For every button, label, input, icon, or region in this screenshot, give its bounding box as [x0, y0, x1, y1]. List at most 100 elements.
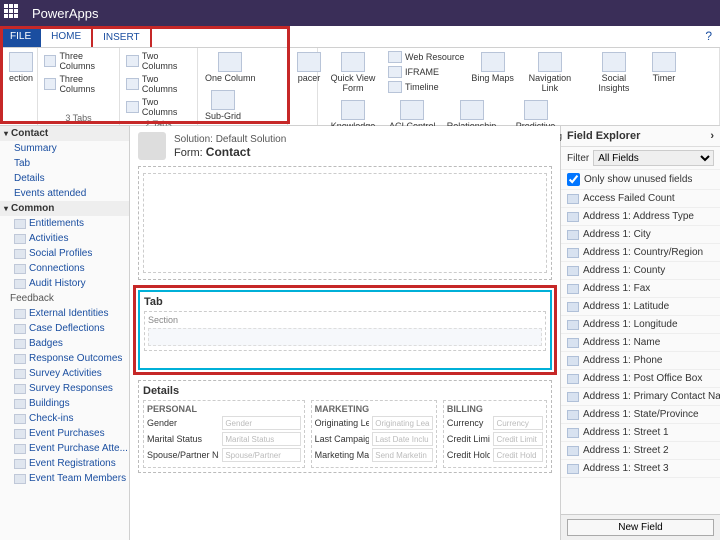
section-block[interactable]: Section: [144, 311, 546, 351]
nav-item[interactable]: Buildings: [0, 396, 129, 411]
field-item[interactable]: Address 1: County: [561, 262, 720, 280]
field-input[interactable]: Send Marketin: [372, 448, 433, 462]
field-item[interactable]: Address 1: Address Type: [561, 208, 720, 226]
nav-item[interactable]: Social Profiles: [0, 246, 129, 261]
app-launcher-icon[interactable]: [4, 4, 22, 22]
nav-item[interactable]: Audit History: [0, 276, 129, 291]
field-item[interactable]: Address 1: Name: [561, 334, 720, 352]
iframe-button[interactable]: IFRAME: [386, 65, 466, 79]
tab-home[interactable]: HOME: [41, 26, 91, 47]
entity-icon: [14, 279, 26, 289]
group-common[interactable]: Common: [0, 201, 129, 216]
only-unused-checkbox[interactable]: [567, 173, 580, 186]
field-input[interactable]: Currency: [493, 416, 543, 430]
new-tab-block[interactable]: Tab Section: [138, 290, 552, 370]
nav-item[interactable]: Tab: [0, 156, 129, 171]
field-item[interactable]: Address 1: Longitude: [561, 316, 720, 334]
field-input[interactable]: Last Date Inclu: [372, 432, 433, 446]
nav-item[interactable]: Badges: [0, 336, 129, 351]
help-icon[interactable]: ?: [705, 29, 712, 43]
field-icon: [567, 464, 579, 474]
form-field-row[interactable]: Spouse/Partner NameSpouse/Partner: [147, 448, 301, 462]
nav-item[interactable]: Survey Responses: [0, 381, 129, 396]
entity-icon: [14, 309, 26, 319]
form-field-row[interactable]: Marital StatusMarital Status: [147, 432, 301, 446]
field-item[interactable]: Address 1: Post Office Box: [561, 370, 720, 388]
two-columns-2[interactable]: Two Columns: [124, 73, 193, 95]
new-field-button[interactable]: New Field: [567, 519, 714, 536]
entity-icon: [14, 474, 26, 484]
bing-maps-button[interactable]: Bing Maps: [468, 50, 517, 86]
form-field-row[interactable]: CurrencyCurrency: [447, 416, 543, 430]
form-field-row[interactable]: Credit HoldCredit Hold: [447, 448, 543, 462]
nav-item[interactable]: Entitlements: [0, 216, 129, 231]
three-columns-2[interactable]: Three Columns: [42, 73, 115, 95]
nav-item[interactable]: Connections: [0, 261, 129, 276]
tab-file[interactable]: FILE: [0, 26, 41, 47]
entity-icon: [14, 339, 26, 349]
field-item[interactable]: Address 1: Fax: [561, 280, 720, 298]
field-input[interactable]: Credit Limit: [493, 432, 543, 446]
field-icon: [567, 194, 579, 204]
form-field-row[interactable]: GenderGender: [147, 416, 301, 430]
field-input[interactable]: Gender: [222, 416, 300, 430]
field-icon: [567, 320, 579, 330]
nav-item[interactable]: Event Registrations: [0, 456, 129, 471]
field-item[interactable]: Address 1: Primary Contact Name: [561, 388, 720, 406]
form-field-row[interactable]: Originating LeadOriginating Lea: [315, 416, 433, 430]
field-item[interactable]: Address 1: Latitude: [561, 298, 720, 316]
field-item[interactable]: Address 1: Country/Region: [561, 244, 720, 262]
field-item[interactable]: Access Failed Count: [561, 190, 720, 208]
sub-grid-button[interactable]: Sub-Grid: [202, 88, 244, 124]
field-input[interactable]: Spouse/Partner: [222, 448, 300, 462]
nav-item[interactable]: Details: [0, 171, 129, 186]
nav-item[interactable]: Event Team Members: [0, 471, 129, 486]
one-column-button[interactable]: One Column: [202, 50, 259, 86]
field-item[interactable]: Address 1: State/Province: [561, 406, 720, 424]
field-input[interactable]: Marital Status: [222, 432, 300, 446]
nav-item[interactable]: Activities: [0, 231, 129, 246]
form-field-row[interactable]: Credit LimitCredit Limit: [447, 432, 543, 446]
entity-icon: [14, 414, 26, 424]
nav-item[interactable]: Case Deflections: [0, 321, 129, 336]
field-item[interactable]: Address 1: Phone: [561, 352, 720, 370]
nav-item[interactable]: Check-ins: [0, 411, 129, 426]
field-item[interactable]: Address 1: City: [561, 226, 720, 244]
section-button[interactable]: ection: [4, 50, 38, 86]
nav-item[interactable]: Summary: [0, 141, 129, 156]
column-title: MARKETING: [315, 404, 433, 414]
group-contact[interactable]: Contact: [0, 126, 129, 141]
three-columns-1[interactable]: Three Columns: [42, 50, 115, 72]
details-tab-block[interactable]: Details PERSONALGenderGenderMarital Stat…: [138, 380, 552, 473]
two-columns-1[interactable]: Two Columns: [124, 50, 193, 72]
nav-item[interactable]: Event Purchase Atte...: [0, 441, 129, 456]
nav-link-button[interactable]: Navigation Link: [519, 50, 581, 96]
two-columns-3[interactable]: Two Columns: [124, 96, 193, 118]
form-field-row[interactable]: Marketing MaterialsSend Marketin: [315, 448, 433, 462]
field-input[interactable]: Credit Hold: [493, 448, 543, 462]
column-title: BILLING: [447, 404, 543, 414]
nav-item[interactable]: Response Outcomes: [0, 351, 129, 366]
field-input[interactable]: Originating Lea: [372, 416, 433, 430]
nav-item[interactable]: Survey Activities: [0, 366, 129, 381]
tab-insert[interactable]: INSERT: [91, 26, 152, 47]
only-unused-label: Only show unused fields: [584, 174, 692, 185]
nav-item[interactable]: Events attended: [0, 186, 129, 201]
field-item[interactable]: Address 1: Street 2: [561, 442, 720, 460]
timer-button[interactable]: Timer: [647, 50, 681, 86]
web-resource-button[interactable]: Web Resource: [386, 50, 466, 64]
form-field-row[interactable]: Last Campaign DateLast Date Inclu: [315, 432, 433, 446]
field-item[interactable]: Address 1: Street 3: [561, 460, 720, 478]
form-canvas: Solution: Default Solution Form: Contact…: [130, 126, 560, 540]
entity-icon: [14, 249, 26, 259]
existing-tab-block[interactable]: [138, 166, 552, 280]
social-insights-button[interactable]: Social Insights: [583, 50, 645, 96]
field-label: Spouse/Partner Name: [147, 450, 219, 460]
quick-view-button[interactable]: Quick View Form: [322, 50, 384, 96]
entity-icon: [14, 429, 26, 439]
timeline-button[interactable]: Timeline: [386, 80, 466, 94]
field-item[interactable]: Address 1: Street 1: [561, 424, 720, 442]
nav-item[interactable]: Event Purchases: [0, 426, 129, 441]
nav-item[interactable]: External Identities: [0, 306, 129, 321]
field-icon: [567, 284, 579, 294]
